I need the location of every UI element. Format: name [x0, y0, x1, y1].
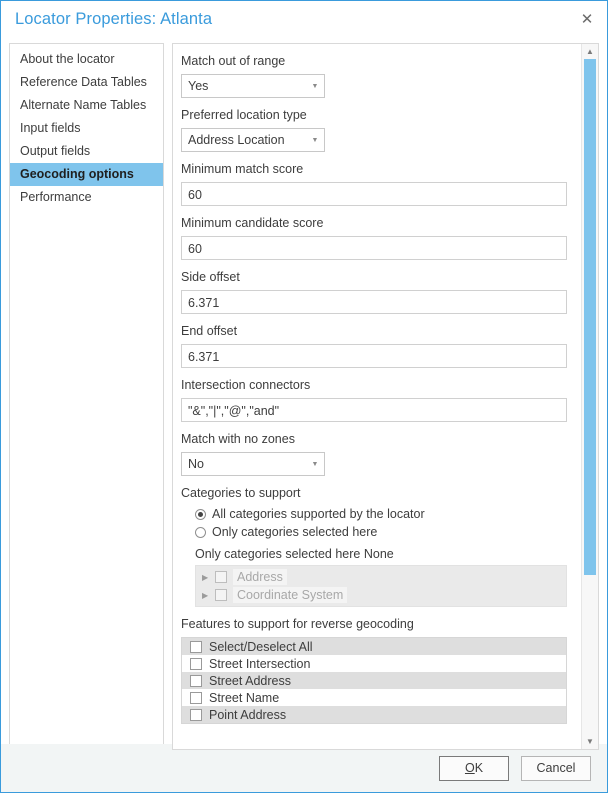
- list-item[interactable]: Street Name: [182, 689, 566, 706]
- chevron-down-icon: ▼: [311, 136, 319, 144]
- locator-properties-dialog: Locator Properties: Atlanta ✕ About the …: [0, 0, 608, 793]
- category-selection-note: Only categories selected here None: [195, 547, 394, 561]
- reverse-geocoding-list: Select/Deselect All Street Intersection …: [181, 637, 567, 724]
- sidebar-item-performance[interactable]: Performance: [10, 186, 163, 209]
- list-item-label: Select/Deselect All: [209, 639, 313, 654]
- radio-indicator: [195, 508, 206, 520]
- sidebar-item-output-fields[interactable]: Output fields: [10, 140, 163, 163]
- sidebar-item-input-fields[interactable]: Input fields: [10, 117, 163, 140]
- match-with-no-zones-value: No: [188, 457, 204, 471]
- dialog-footer: OK Cancel: [1, 744, 607, 792]
- vertical-scrollbar[interactable]: ▲ ▼: [581, 44, 598, 749]
- minimum-match-score-input[interactable]: 60: [181, 182, 567, 206]
- checkbox[interactable]: [190, 674, 202, 687]
- checkbox[interactable]: [190, 640, 202, 653]
- tree-checkbox: [215, 571, 227, 583]
- sidebar-item-geocoding-options[interactable]: Geocoding options: [10, 163, 163, 186]
- end-offset-label: End offset: [181, 324, 238, 338]
- preferred-location-type-dropdown[interactable]: Address Location ▼: [181, 128, 325, 152]
- close-icon[interactable]: ✕: [567, 2, 607, 36]
- checkbox[interactable]: [190, 657, 202, 670]
- radio-only-selected-categories-label: Only categories selected here: [212, 525, 378, 539]
- tree-item-label: Coordinate System: [233, 587, 348, 603]
- preferred-location-type-value: Address Location: [188, 133, 285, 147]
- chevron-down-icon: ▼: [311, 82, 319, 90]
- list-item-label: Street Address: [209, 673, 291, 688]
- checkbox[interactable]: [190, 708, 202, 721]
- categories-tree: ▶ Address ▶ Coordinate System: [195, 565, 567, 607]
- tree-item-coordinate-system: ▶ Coordinate System: [196, 586, 566, 604]
- sidebar-item-alternate-name-tables[interactable]: Alternate Name Tables: [10, 94, 163, 117]
- tree-checkbox: [215, 589, 227, 601]
- categories-to-support-label: Categories to support: [181, 486, 301, 500]
- side-offset-label: Side offset: [181, 270, 240, 284]
- geocoding-options-form: Match out of range Yes ▼ Preferred locat…: [173, 44, 581, 749]
- ok-button[interactable]: OK: [439, 755, 509, 781]
- chevron-down-icon: ▼: [311, 460, 319, 468]
- sidebar: About the locator Reference Data Tables …: [9, 43, 164, 750]
- page-title: Locator Properties: Atlanta: [15, 9, 213, 28]
- match-out-of-range-dropdown[interactable]: Yes ▼: [181, 74, 325, 98]
- scrollbar-track[interactable]: [582, 59, 598, 734]
- cancel-button[interactable]: Cancel: [521, 755, 591, 781]
- minimum-candidate-score-input[interactable]: 60: [181, 236, 567, 260]
- preferred-location-type-label: Preferred location type: [181, 108, 307, 122]
- scroll-up-icon[interactable]: ▲: [582, 44, 598, 59]
- list-item-label: Point Address: [209, 707, 287, 722]
- minimum-candidate-score-label: Minimum candidate score: [181, 216, 324, 230]
- ok-accelerator: O: [464, 761, 475, 775]
- match-out-of-range-label: Match out of range: [181, 54, 286, 68]
- sidebar-item-about-the-locator[interactable]: About the locator: [10, 48, 163, 71]
- end-offset-input[interactable]: 6.371: [181, 344, 567, 368]
- expand-triangle-icon: ▶: [202, 590, 209, 600]
- scrollbar-thumb[interactable]: [584, 59, 596, 576]
- match-out-of-range-value: Yes: [188, 79, 209, 93]
- dialog-body: About the locator Reference Data Tables …: [1, 37, 607, 750]
- list-item[interactable]: Select/Deselect All: [182, 638, 566, 655]
- checkbox[interactable]: [190, 691, 202, 704]
- list-item-label: Street Intersection: [209, 656, 311, 671]
- radio-indicator: [195, 526, 206, 538]
- list-item[interactable]: Street Address: [182, 672, 566, 689]
- content-panel: Match out of range Yes ▼ Preferred locat…: [172, 43, 599, 750]
- list-item-label: Street Name: [209, 690, 280, 705]
- expand-triangle-icon: ▶: [202, 572, 209, 582]
- list-item[interactable]: Point Address: [182, 706, 566, 723]
- match-with-no-zones-dropdown[interactable]: No ▼: [181, 452, 325, 476]
- radio-all-categories-label: All categories supported by the locator: [212, 507, 425, 521]
- intersection-connectors-label: Intersection connectors: [181, 378, 311, 392]
- minimum-match-score-label: Minimum match score: [181, 162, 304, 176]
- tree-item-label: Address: [233, 569, 287, 585]
- tree-item-address: ▶ Address: [196, 568, 566, 586]
- list-item[interactable]: Street Intersection: [182, 655, 566, 672]
- scroll-down-icon[interactable]: ▼: [582, 734, 598, 749]
- ok-label-rest: K: [474, 761, 484, 775]
- side-offset-input[interactable]: 6.371: [181, 290, 567, 314]
- sidebar-item-reference-data-tables[interactable]: Reference Data Tables: [10, 71, 163, 94]
- match-with-no-zones-label: Match with no zones: [181, 432, 295, 446]
- reverse-geocoding-label: Features to support for reverse geocodin…: [181, 617, 414, 631]
- radio-all-categories[interactable]: All categories supported by the locator: [195, 506, 567, 522]
- intersection-connectors-input[interactable]: "&","|","@","and": [181, 398, 567, 422]
- title-bar: Locator Properties: Atlanta ✕: [1, 1, 607, 37]
- radio-only-selected-categories[interactable]: Only categories selected here: [195, 524, 567, 540]
